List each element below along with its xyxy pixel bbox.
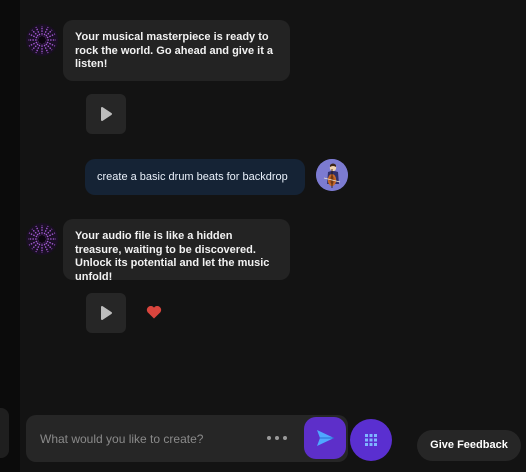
- prompt-input[interactable]: [40, 429, 260, 449]
- left-sidebar-edge: [0, 0, 20, 472]
- bot-message: Your audio file is like a hidden treasur…: [63, 219, 290, 283]
- bot-message: Your musical masterpiece is ready to roc…: [63, 20, 290, 81]
- play-icon: [101, 306, 112, 320]
- chat-page: Your musical masterpiece is ready to roc…: [0, 0, 526, 472]
- play-icon: [101, 107, 112, 121]
- user-avatar[interactable]: [316, 159, 348, 191]
- heart-icon[interactable]: [146, 305, 162, 319]
- prompt-bar: [26, 415, 348, 462]
- grid-icon: [365, 434, 377, 446]
- play-button[interactable]: [86, 94, 126, 134]
- more-options-button[interactable]: [267, 432, 287, 444]
- radial-burst-icon: [26, 24, 58, 56]
- send-icon: [317, 430, 334, 446]
- more-dots-icon: [275, 436, 279, 440]
- radial-burst-icon: [26, 223, 58, 255]
- sidebar-handle[interactable]: [0, 408, 9, 458]
- cellist-avatar-icon: [316, 159, 348, 191]
- send-button[interactable]: [304, 417, 346, 459]
- more-dots-icon: [283, 436, 287, 440]
- bot-avatar: [26, 223, 58, 255]
- user-message: create a basic drum beats for backdrop: [85, 159, 305, 195]
- apps-button[interactable]: [350, 419, 392, 461]
- give-feedback-button[interactable]: Give Feedback: [417, 430, 521, 461]
- bot-avatar: [26, 24, 58, 56]
- play-button[interactable]: [86, 293, 126, 333]
- more-dots-icon: [267, 436, 271, 440]
